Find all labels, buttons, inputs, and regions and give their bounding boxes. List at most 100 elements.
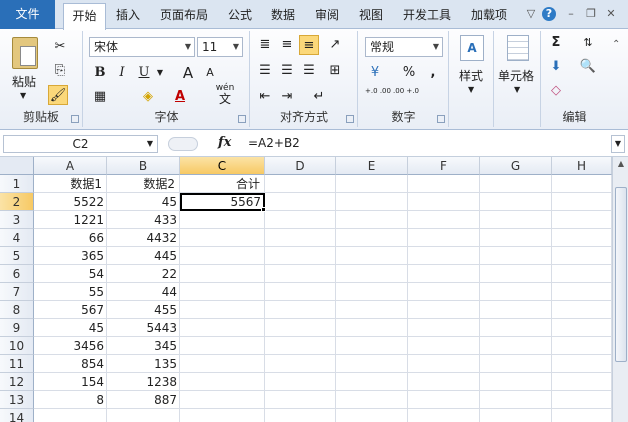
cell[interactable] bbox=[265, 319, 336, 337]
cell[interactable] bbox=[480, 283, 552, 301]
cell[interactable] bbox=[336, 265, 408, 283]
cell[interactable] bbox=[408, 247, 480, 265]
cell[interactable] bbox=[552, 409, 612, 422]
align-bottom-icon[interactable]: ≡ bbox=[299, 35, 319, 55]
close-window-icon[interactable]: ✕ bbox=[604, 7, 618, 21]
cell[interactable] bbox=[336, 247, 408, 265]
cell[interactable] bbox=[408, 283, 480, 301]
cell[interactable] bbox=[180, 391, 265, 409]
row-header[interactable]: 10 bbox=[0, 337, 34, 355]
cell[interactable] bbox=[552, 265, 612, 283]
cell[interactable] bbox=[480, 211, 552, 229]
cell[interactable] bbox=[180, 337, 265, 355]
cell[interactable] bbox=[336, 283, 408, 301]
row-header[interactable]: 1 bbox=[0, 175, 34, 193]
cell[interactable] bbox=[408, 193, 480, 211]
clear-icon[interactable]: ◇ bbox=[546, 81, 566, 101]
sort-filter-icon[interactable]: ⇅ bbox=[578, 33, 598, 53]
copy-icon[interactable]: ⎘ bbox=[50, 61, 70, 81]
column-header-h[interactable]: H bbox=[552, 157, 612, 175]
cell[interactable]: 4432 bbox=[107, 229, 180, 247]
italic-button[interactable]: I bbox=[112, 63, 132, 83]
orientation-icon[interactable]: ↗ bbox=[325, 35, 345, 55]
cell[interactable] bbox=[265, 211, 336, 229]
column-header-d[interactable]: D bbox=[265, 157, 336, 175]
cell[interactable] bbox=[336, 211, 408, 229]
cell[interactable] bbox=[480, 301, 552, 319]
cell[interactable] bbox=[408, 211, 480, 229]
cell[interactable] bbox=[408, 373, 480, 391]
tab-review[interactable]: 审阅 bbox=[308, 5, 346, 25]
row-header[interactable]: 6 bbox=[0, 265, 34, 283]
row-header[interactable]: 5 bbox=[0, 247, 34, 265]
cell[interactable]: 45 bbox=[34, 319, 107, 337]
cell[interactable]: 55 bbox=[34, 283, 107, 301]
scroll-up-icon[interactable]: ▲ bbox=[615, 159, 627, 173]
cell[interactable] bbox=[480, 355, 552, 373]
row-header[interactable]: 12 bbox=[0, 373, 34, 391]
find-select-icon[interactable]: 🔍 bbox=[578, 57, 598, 77]
vertical-scrollbar[interactable]: ▲ bbox=[612, 157, 628, 422]
shrink-font-button[interactable]: A bbox=[200, 63, 220, 83]
fill-icon[interactable]: ⬇ bbox=[546, 57, 566, 77]
cells-dropdown-icon[interactable]: ▼ bbox=[514, 85, 520, 94]
cell[interactable] bbox=[408, 301, 480, 319]
cell[interactable] bbox=[180, 265, 265, 283]
cell[interactable] bbox=[336, 319, 408, 337]
cell[interactable] bbox=[180, 409, 265, 422]
cell[interactable] bbox=[408, 265, 480, 283]
cell[interactable]: 数据2 bbox=[107, 175, 180, 193]
cell[interactable] bbox=[552, 373, 612, 391]
cells-icon[interactable] bbox=[507, 35, 529, 61]
cell[interactable] bbox=[336, 301, 408, 319]
cell[interactable] bbox=[265, 283, 336, 301]
cell[interactable] bbox=[265, 301, 336, 319]
scrollbar-thumb[interactable] bbox=[615, 187, 627, 362]
cell[interactable] bbox=[180, 229, 265, 247]
align-middle-icon[interactable]: ≡ bbox=[277, 35, 297, 55]
cell[interactable] bbox=[552, 355, 612, 373]
currency-icon[interactable]: ¥ bbox=[365, 63, 385, 83]
cell[interactable] bbox=[265, 193, 336, 211]
cell[interactable] bbox=[408, 409, 480, 422]
row-header[interactable]: 8 bbox=[0, 301, 34, 319]
cell[interactable]: 54 bbox=[34, 265, 107, 283]
cells-button-label[interactable]: 单元格 bbox=[498, 67, 534, 84]
cell[interactable] bbox=[552, 193, 612, 211]
font-color-button[interactable]: A bbox=[170, 87, 190, 107]
cell[interactable] bbox=[336, 409, 408, 422]
cut-icon[interactable]: ✂ bbox=[50, 37, 70, 57]
align-center-icon[interactable]: ☰ bbox=[277, 61, 297, 81]
cell[interactable]: 887 bbox=[107, 391, 180, 409]
paste-dropdown-icon[interactable]: ▼ bbox=[20, 91, 26, 100]
cell[interactable]: 365 bbox=[34, 247, 107, 265]
cell[interactable] bbox=[480, 193, 552, 211]
cell[interactable] bbox=[408, 175, 480, 193]
autosum-icon[interactable]: Σ bbox=[546, 33, 566, 53]
help-icon[interactable]: ? bbox=[542, 7, 556, 21]
insert-function-button[interactable]: fx bbox=[218, 135, 231, 150]
cell[interactable] bbox=[265, 409, 336, 422]
cell[interactable] bbox=[265, 337, 336, 355]
cell[interactable]: 44 bbox=[107, 283, 180, 301]
cell[interactable] bbox=[552, 283, 612, 301]
row-header[interactable]: 7 bbox=[0, 283, 34, 301]
decrease-decimal-button[interactable]: .00 +.0 bbox=[393, 87, 419, 107]
column-header-f[interactable]: F bbox=[408, 157, 480, 175]
cell[interactable] bbox=[552, 391, 612, 409]
cell[interactable]: 455 bbox=[107, 301, 180, 319]
styles-icon[interactable]: A bbox=[460, 35, 484, 61]
cell[interactable]: 567 bbox=[34, 301, 107, 319]
cell[interactable] bbox=[180, 301, 265, 319]
tab-page-layout[interactable]: 页面布局 bbox=[152, 5, 216, 25]
tab-data[interactable]: 数据 bbox=[264, 5, 302, 25]
cell[interactable] bbox=[408, 391, 480, 409]
cell[interactable] bbox=[265, 373, 336, 391]
cell[interactable] bbox=[408, 319, 480, 337]
font-launcher-icon[interactable] bbox=[238, 115, 246, 123]
increase-indent-icon[interactable]: ⇥ bbox=[277, 87, 297, 107]
cell[interactable] bbox=[552, 301, 612, 319]
number-format-select[interactable]: 常规 ▼ bbox=[365, 37, 443, 57]
row-header[interactable]: 4 bbox=[0, 229, 34, 247]
decrease-indent-icon[interactable]: ⇤ bbox=[255, 87, 275, 107]
